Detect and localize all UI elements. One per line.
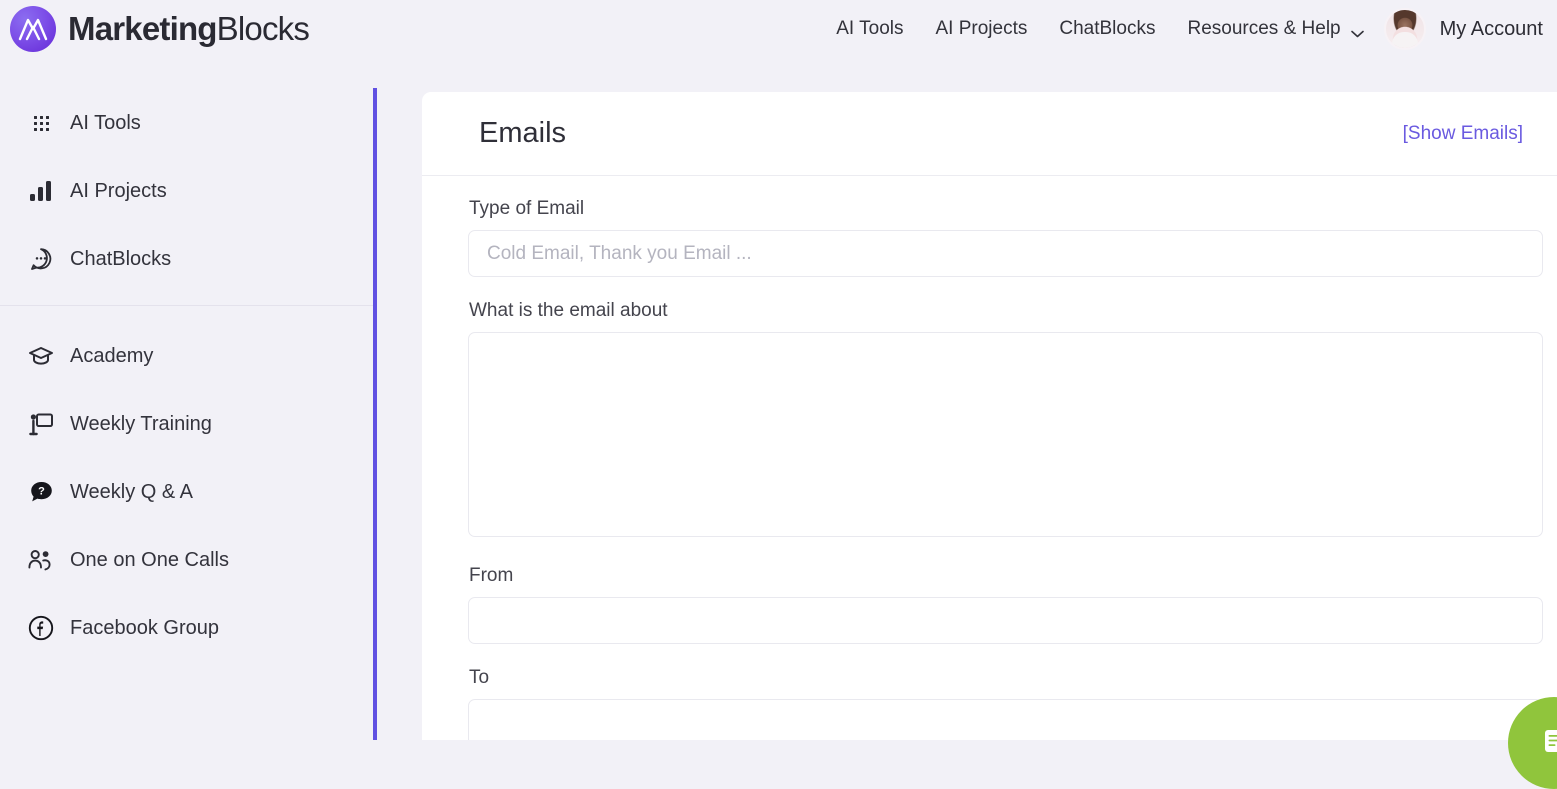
- marketingblocks-mountain-logo-icon: [10, 6, 56, 52]
- top-header: MarketingBlocks AI Tools AI Projects Cha…: [0, 0, 1557, 58]
- graduation-cap-icon: [27, 342, 55, 370]
- type-of-email-input[interactable]: [468, 230, 1543, 277]
- sidebar-item-one-on-one-calls[interactable]: One on One Calls: [0, 538, 373, 582]
- sidebar-item-label: AI Tools: [70, 112, 141, 135]
- sidebar: AI Tools AI Projects Chat: [0, 58, 373, 740]
- sidebar-item-label: Facebook Group: [70, 617, 219, 640]
- field-label: Type of Email: [469, 198, 1542, 220]
- emails-panel: Emails [Show Emails] Type of Email What …: [422, 92, 1557, 740]
- users-call-icon: [27, 546, 55, 574]
- email-about-textarea[interactable]: [468, 332, 1543, 537]
- question-bubble-icon: ?: [27, 478, 55, 506]
- topnav-item-resources-help[interactable]: Resources & Help: [1171, 18, 1373, 40]
- chevron-down-icon: [1351, 25, 1364, 33]
- brand-title: MarketingBlocks: [68, 10, 309, 48]
- show-emails-link[interactable]: [Show Emails]: [1403, 123, 1523, 145]
- panel-header: Emails [Show Emails]: [422, 92, 1557, 176]
- facebook-icon: [27, 614, 55, 642]
- sidebar-item-label: AI Projects: [70, 180, 167, 203]
- brand-logo-block[interactable]: MarketingBlocks: [10, 6, 309, 52]
- sidebar-item-label: Weekly Training: [70, 413, 212, 436]
- sidebar-item-ai-tools[interactable]: AI Tools: [0, 101, 373, 145]
- sidebar-item-label: ChatBlocks: [70, 248, 171, 271]
- topnav-item-chatblocks[interactable]: ChatBlocks: [1043, 18, 1171, 40]
- field-from: From: [468, 565, 1542, 644]
- account-label: My Account: [1440, 18, 1549, 41]
- brand-title-bold: Marketing: [68, 10, 217, 47]
- bar-chart-icon: [27, 177, 55, 205]
- svg-text:?: ?: [38, 486, 45, 498]
- account-menu[interactable]: My Account: [1374, 8, 1549, 50]
- field-type-of-email: Type of Email: [468, 198, 1542, 277]
- presentation-board-icon: [27, 410, 55, 438]
- chat-bubble-dots-icon: [27, 245, 55, 273]
- sidebar-item-facebook-group[interactable]: Facebook Group: [0, 606, 373, 650]
- field-label: What is the email about: [469, 300, 1542, 322]
- sidebar-item-label: One on One Calls: [70, 549, 229, 572]
- sidebar-item-weekly-training[interactable]: Weekly Training: [0, 402, 373, 446]
- to-input[interactable]: [468, 699, 1543, 740]
- grid-apps-icon: [27, 109, 55, 137]
- email-form: Type of Email What is the email about Fr…: [422, 176, 1557, 740]
- sidebar-primary-list: AI Tools AI Projects Chat: [0, 58, 373, 650]
- sidebar-divider: [0, 305, 373, 306]
- sidebar-item-label: Weekly Q & A: [70, 481, 193, 504]
- sidebar-item-ai-projects[interactable]: AI Projects: [0, 169, 373, 213]
- field-label: From: [469, 565, 1542, 587]
- topnav-item-ai-tools[interactable]: AI Tools: [820, 18, 919, 40]
- field-to: To: [468, 667, 1542, 740]
- topnav-item-ai-projects[interactable]: AI Projects: [920, 18, 1044, 40]
- brand-title-light: Blocks: [217, 10, 309, 47]
- field-label: To: [469, 667, 1542, 689]
- topnav-resources-label: Resources & Help: [1187, 18, 1340, 40]
- sidebar-item-weekly-qa[interactable]: ? Weekly Q & A: [0, 470, 373, 514]
- user-avatar-photo-icon: [1384, 8, 1426, 50]
- sidebar-item-academy[interactable]: Academy: [0, 334, 373, 378]
- sidebar-item-label: Academy: [70, 345, 153, 368]
- sidebar-accent-rail: [373, 88, 377, 740]
- field-email-about: What is the email about: [468, 300, 1542, 542]
- from-input[interactable]: [468, 597, 1543, 644]
- top-navigation: AI Tools AI Projects ChatBlocks Resource…: [820, 8, 1557, 50]
- page-title: Emails: [479, 117, 566, 150]
- sidebar-item-chatblocks[interactable]: ChatBlocks: [0, 237, 373, 281]
- chat-support-icon: [1535, 722, 1557, 765]
